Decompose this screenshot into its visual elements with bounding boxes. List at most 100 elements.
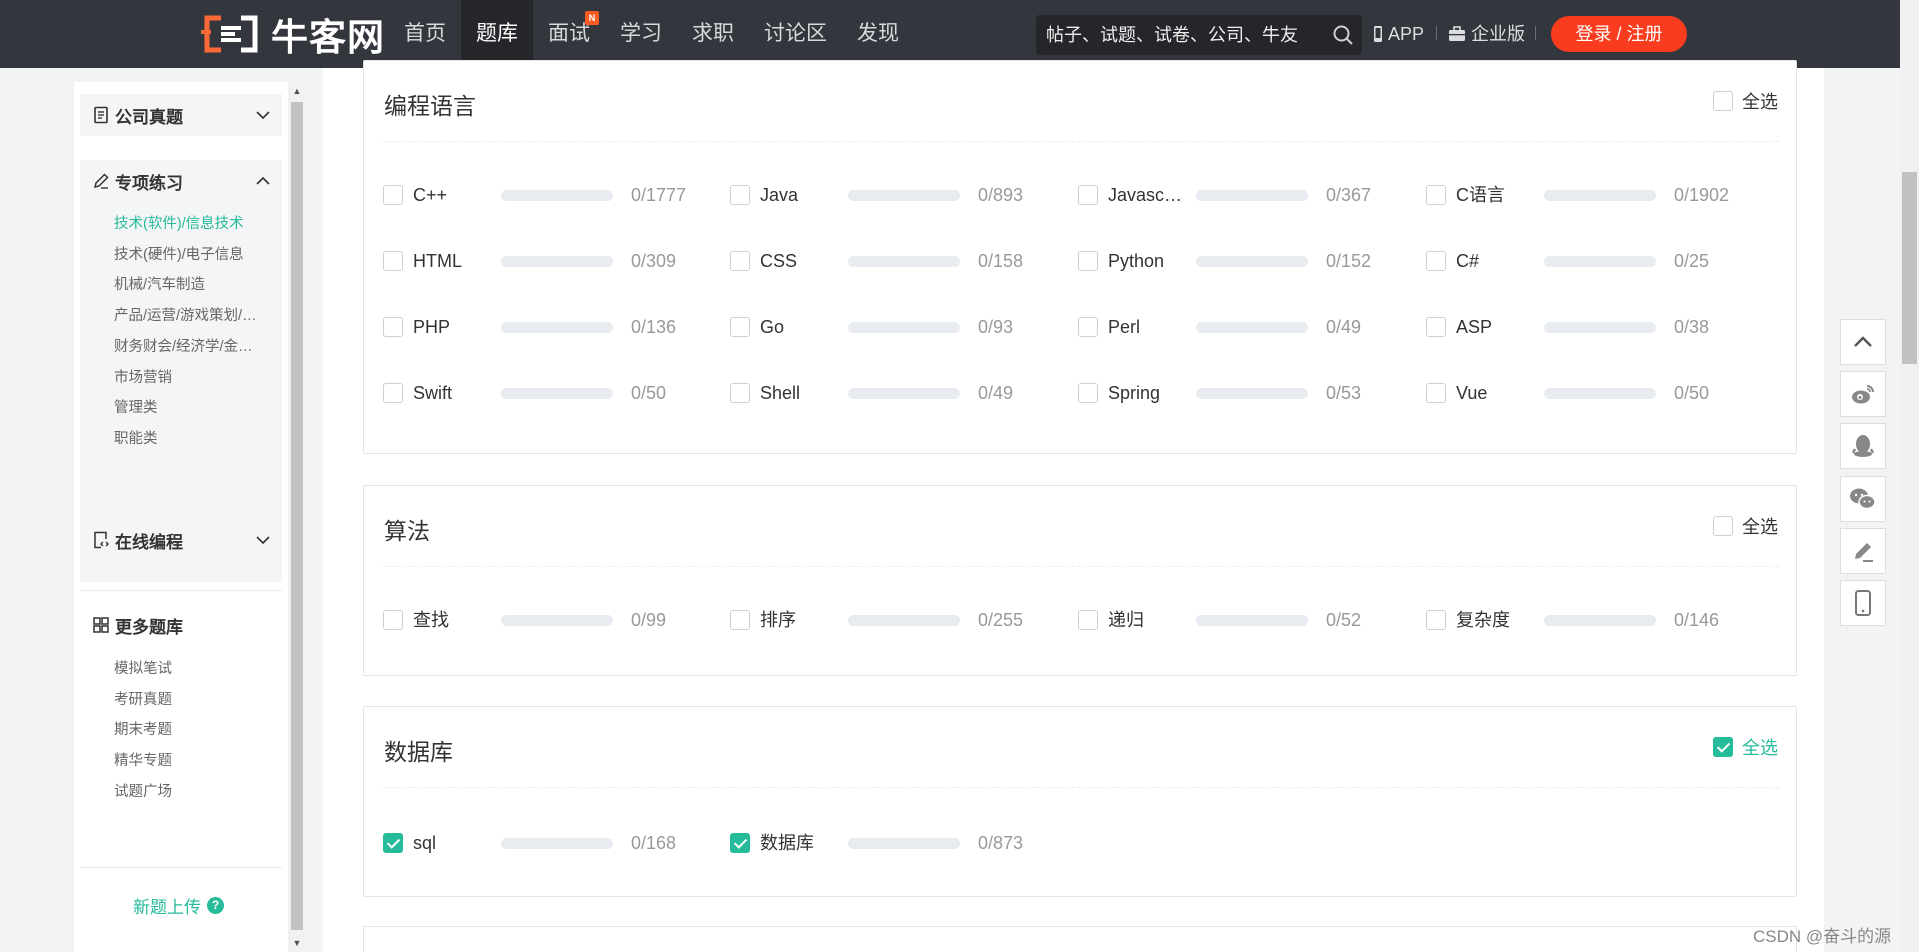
progress-bar — [848, 190, 960, 201]
topic-checkbox[interactable] — [1078, 185, 1098, 205]
nav-item[interactable]: 讨论区 — [749, 0, 842, 68]
topic-item[interactable]: 递归 0/52 — [1078, 608, 1418, 632]
upload-label: 新题上传 — [133, 898, 201, 917]
select-all-checkbox[interactable]: 全选 — [1713, 513, 1778, 539]
topic-item[interactable]: C# 0/25 — [1426, 249, 1766, 273]
topic-item[interactable]: 数据库 0/873 — [730, 831, 1070, 855]
sidebar-subitem[interactable]: 精华专题 — [114, 749, 264, 770]
topic-checkbox[interactable] — [1078, 251, 1098, 271]
page-scroll-thumb[interactable] — [1902, 172, 1917, 364]
sidebar-subitem[interactable]: 职能类 — [114, 427, 264, 448]
topic-item[interactable]: C++ 0/1777 — [383, 183, 723, 207]
nav-item[interactable]: 题库 — [461, 0, 533, 68]
topic-checkbox[interactable] — [1426, 383, 1446, 403]
topic-item[interactable]: Go 0/93 — [730, 315, 1070, 339]
topic-checkbox[interactable] — [1078, 610, 1098, 630]
topic-item[interactable]: Spring 0/53 — [1078, 381, 1418, 405]
mobile-button[interactable] — [1840, 580, 1886, 626]
sidebar-subitem[interactable]: 技术(软件)/信息技术 — [114, 212, 264, 233]
topic-checkbox[interactable] — [730, 610, 750, 630]
topic-checkbox[interactable] — [383, 610, 403, 630]
sidebar-scrollbar[interactable]: ▲ ▼ — [288, 82, 306, 952]
topic-name: C++ — [413, 185, 448, 205]
sidebar-section-online[interactable]: 在线编程 — [80, 519, 282, 561]
logo-text: 牛客网 — [271, 16, 385, 59]
nav-item[interactable]: 学习 — [605, 0, 677, 68]
topic-item[interactable]: HTML 0/309 — [383, 249, 723, 273]
sidebar-section-more[interactable]: 更多题库 — [80, 604, 282, 646]
select-all-checkbox[interactable]: 全选 — [1713, 734, 1778, 760]
topic-item[interactable]: CSS 0/158 — [730, 249, 1070, 273]
topic-item[interactable]: 复杂度 0/146 — [1426, 608, 1766, 632]
topic-item[interactable]: Swift 0/50 — [383, 381, 723, 405]
topic-checkbox[interactable] — [1078, 317, 1098, 337]
search-input[interactable] — [1046, 15, 1316, 55]
topic-checkbox[interactable] — [383, 833, 403, 853]
topic-checkbox[interactable] — [730, 317, 750, 337]
nav-item[interactable]: 求职 — [677, 0, 749, 68]
nav-item[interactable]: 面试 N — [533, 0, 605, 68]
topic-checkbox[interactable] — [1078, 383, 1098, 403]
topic-item[interactable]: ASP 0/38 — [1426, 315, 1766, 339]
topic-item[interactable]: PHP 0/136 — [383, 315, 723, 339]
topic-item[interactable]: Javasc… 0/367 — [1078, 183, 1418, 207]
wechat-button[interactable] — [1840, 476, 1886, 522]
topic-checkbox[interactable] — [383, 185, 403, 205]
sidebar-subitem[interactable]: 考研真题 — [114, 688, 264, 709]
sidebar-section-special[interactable]: 专项练习 — [80, 160, 282, 202]
sidebar-subitem[interactable]: 财务财会/经济学/金… — [114, 335, 264, 356]
arrow-up-button[interactable] — [1840, 319, 1886, 365]
page-scrollbar[interactable] — [1900, 0, 1919, 952]
topic-name: 排序 — [760, 610, 796, 630]
enterprise-link[interactable]: 企业版 — [1448, 20, 1525, 48]
sidebar-section-company[interactable]: 公司真题 — [80, 94, 282, 136]
topic-checkbox[interactable] — [383, 251, 403, 271]
topic-checkbox[interactable] — [1426, 185, 1446, 205]
topic-checkbox[interactable] — [730, 383, 750, 403]
topic-item[interactable]: Python 0/152 — [1078, 249, 1418, 273]
scroll-up-arrow-icon[interactable]: ▲ — [291, 86, 303, 96]
sidebar-subitem[interactable]: 管理类 — [114, 396, 264, 417]
topic-item[interactable]: 查找 0/99 — [383, 608, 723, 632]
sidebar-subitem[interactable]: 机械/汽车制造 — [114, 273, 264, 294]
topic-item[interactable]: Vue 0/50 — [1426, 381, 1766, 405]
site-logo[interactable]: 牛客网 — [199, 10, 385, 59]
topic-item[interactable]: sql 0/168 — [383, 831, 723, 855]
nav-item-label: 首页 — [404, 22, 446, 45]
topic-checkbox[interactable] — [730, 833, 750, 853]
sidebar-subitem[interactable]: 市场营销 — [114, 366, 264, 387]
checkbox[interactable] — [1713, 737, 1733, 757]
topic-checkbox[interactable] — [730, 185, 750, 205]
topic-item[interactable]: Shell 0/49 — [730, 381, 1070, 405]
sidebar-subitem[interactable]: 产品/运营/游戏策划/… — [114, 304, 264, 325]
nav-item[interactable]: 首页 — [389, 0, 461, 68]
qq-button[interactable] — [1840, 423, 1886, 469]
topic-name: 查找 — [413, 610, 449, 630]
topic-item[interactable]: Perl 0/49 — [1078, 315, 1418, 339]
sidebar-subitem[interactable]: 期末考题 — [114, 718, 264, 739]
select-all-checkbox[interactable]: 全选 — [1713, 88, 1778, 114]
edit-button[interactable] — [1840, 528, 1886, 574]
weibo-button[interactable] — [1840, 371, 1886, 417]
topic-checkbox[interactable] — [1426, 610, 1446, 630]
checkbox[interactable] — [1713, 91, 1733, 111]
upload-question-link[interactable]: 新题上传 ? — [133, 893, 224, 918]
topic-checkbox[interactable] — [383, 383, 403, 403]
topic-checkbox[interactable] — [1426, 251, 1446, 271]
checkbox[interactable] — [1713, 516, 1733, 536]
topic-item[interactable]: 排序 0/255 — [730, 608, 1070, 632]
search-icon[interactable] — [1332, 24, 1354, 46]
sidebar-scroll-thumb[interactable] — [291, 102, 303, 930]
topic-item[interactable]: Java 0/893 — [730, 183, 1070, 207]
sidebar-subitem[interactable]: 模拟笔试 — [114, 657, 264, 678]
topic-item[interactable]: C语言 0/1902 — [1426, 183, 1766, 207]
topic-checkbox[interactable] — [730, 251, 750, 271]
sidebar-subitem[interactable]: 技术(硬件)/电子信息 — [114, 243, 264, 264]
nav-item[interactable]: 发现 — [842, 0, 914, 68]
login-register-button[interactable]: 登录 / 注册 — [1551, 16, 1687, 52]
topic-checkbox[interactable] — [383, 317, 403, 337]
sidebar-subitem[interactable]: 试题广场 — [114, 780, 264, 801]
scroll-down-arrow-icon[interactable]: ▼ — [291, 938, 303, 948]
topic-checkbox[interactable] — [1426, 317, 1446, 337]
app-link[interactable]: APP — [1373, 20, 1424, 48]
